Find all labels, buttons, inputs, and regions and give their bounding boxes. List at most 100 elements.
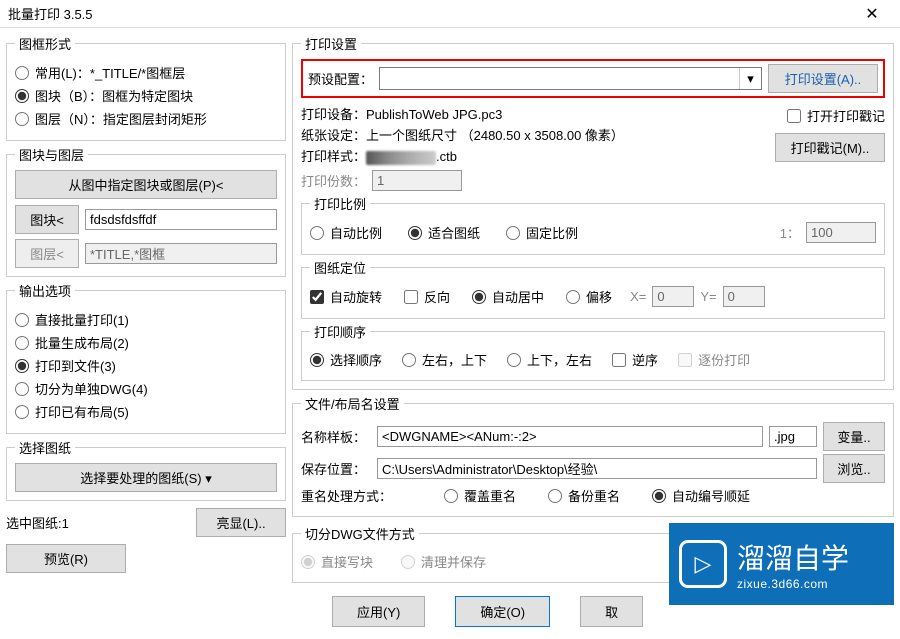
open-stamp-label: 打开打印戳记 <box>807 106 885 125</box>
reverse-checkbox[interactable] <box>404 290 418 304</box>
offset-label: 偏移 <box>586 287 612 306</box>
ratio-fixed-label: 固定比例 <box>526 223 578 242</box>
apply-button[interactable]: 应用(Y) <box>332 596 425 627</box>
watermark-url: zixue.3d66.com <box>737 577 849 591</box>
orientation-legend: 图纸定位 <box>310 258 370 277</box>
order-ud-radio[interactable] <box>507 353 521 367</box>
rename-auto-radio[interactable] <box>652 489 666 503</box>
ratio-num-input <box>806 222 876 243</box>
order-ud-label: 上下，左右 <box>527 350 592 369</box>
out-split-label: 切分为单独DWG(4) <box>35 379 148 398</box>
frame-layer-radio[interactable] <box>15 112 29 126</box>
out-split-radio[interactable] <box>15 382 29 396</box>
block-layer-group: 图块与图层 从图中指定图块或图层(P)< 图块< 图层< <box>6 145 286 277</box>
open-stamp-checkbox[interactable] <box>787 109 801 123</box>
out-direct-radio[interactable] <box>15 313 29 327</box>
frame-block-radio[interactable] <box>15 89 29 103</box>
name-template-label: 名称样板： <box>301 427 371 446</box>
order-select-radio[interactable] <box>310 353 324 367</box>
play-icon: ▷ <box>679 540 727 588</box>
split-direct-radio <box>301 555 315 569</box>
offset-radio[interactable] <box>566 290 580 304</box>
ratio-fixed-radio[interactable] <box>506 226 520 240</box>
print-style-label: 打印样式：.ctb <box>301 146 624 165</box>
copies-label: 打印份数： <box>301 171 366 190</box>
output-legend: 输出选项 <box>15 281 75 300</box>
order-each-label: 逐份打印 <box>698 350 750 369</box>
preset-label: 预设配置： <box>308 69 373 88</box>
window-title: 批量打印 3.5.5 <box>8 4 852 23</box>
layer-pick-button: 图层< <box>15 239 79 268</box>
auto-center-radio[interactable] <box>472 290 486 304</box>
order-lr-radio[interactable] <box>402 353 416 367</box>
cancel-button[interactable]: 取 <box>580 596 643 627</box>
split-clean-radio <box>401 555 415 569</box>
selected-count-label: 选中图纸:1 <box>6 513 190 532</box>
close-icon[interactable]: ✕ <box>852 4 892 24</box>
rename-backup-label: 备份重名 <box>568 486 620 505</box>
order-group: 打印顺序 选择顺序 左右，上下 上下，左右 逆序 逐份打印 <box>301 322 885 381</box>
variable-button[interactable]: 变量.. <box>823 422 885 451</box>
name-template-input[interactable] <box>377 426 763 447</box>
order-each-checkbox <box>678 353 692 367</box>
frame-block-label: 图块（B）：图框为特定图块 <box>35 86 193 105</box>
pick-block-layer-button[interactable]: 从图中指定图块或图层(P)< <box>15 170 277 199</box>
highlight-button[interactable]: 亮显(L).. <box>196 508 286 537</box>
out-layout-radio[interactable] <box>15 336 29 350</box>
out-file-radio[interactable] <box>15 359 29 373</box>
frame-common-radio[interactable] <box>15 66 29 80</box>
x-label: X= <box>630 289 646 304</box>
y-input <box>723 286 765 307</box>
rename-overwrite-radio[interactable] <box>444 489 458 503</box>
save-path-input[interactable] <box>377 458 817 479</box>
ratio-auto-radio[interactable] <box>310 226 324 240</box>
out-layout-label: 批量生成布局(2) <box>35 333 129 352</box>
split-direct-label: 直接写块 <box>321 552 373 571</box>
print-setup-button[interactable]: 打印设置(A).. <box>768 64 878 93</box>
out-file-label: 打印到文件(3) <box>35 356 116 375</box>
preview-button[interactable]: 预览(R) <box>6 544 126 573</box>
select-sheets-button[interactable]: 选择要处理的图纸(S) ▾ <box>15 463 277 492</box>
order-legend: 打印顺序 <box>310 322 370 341</box>
ratio-fit-radio[interactable] <box>408 226 422 240</box>
file-layout-legend: 文件/布局名设置 <box>301 394 404 413</box>
x-input <box>652 286 694 307</box>
select-sheets-group: 选择图纸 选择要处理的图纸(S) ▾ <box>6 438 286 501</box>
ext-input[interactable] <box>769 426 817 447</box>
block-name-input[interactable] <box>85 209 277 230</box>
preset-dropdown[interactable]: ▾ <box>379 67 762 90</box>
browse-button[interactable]: 浏览.. <box>823 454 885 483</box>
block-pick-button[interactable]: 图块< <box>15 205 79 234</box>
split-dwg-group: 切分DWG文件方式 直接写块 清理并保存 <box>292 524 708 583</box>
ratio-num-label: 1： <box>780 223 800 242</box>
watermark-overlay: ▷ 溜溜自学 zixue.3d66.com <box>669 523 894 605</box>
ratio-auto-label: 自动比例 <box>330 223 382 242</box>
stamp-button[interactable]: 打印戳记(M).. <box>775 133 885 162</box>
paper-setting-label: 纸张设定：上一个图纸尺寸 （2480.50 x 3508.00 像素） <box>301 125 624 144</box>
frame-shape-legend: 图框形式 <box>15 34 75 53</box>
out-direct-label: 直接批量打印(1) <box>35 310 129 329</box>
ok-button[interactable]: 确定(O) <box>455 596 550 627</box>
rename-backup-radio[interactable] <box>548 489 562 503</box>
chevron-down-icon[interactable]: ▾ <box>739 68 761 89</box>
print-settings-group: 打印设置 预设配置： ▾ 打印设置(A).. 打印设备：PublishToWeb… <box>292 34 894 390</box>
watermark-title: 溜溜自学 <box>737 537 849 577</box>
out-existing-radio[interactable] <box>15 405 29 419</box>
rename-label: 重名处理方式： <box>301 486 392 505</box>
order-reverse-label: 逆序 <box>632 350 658 369</box>
save-path-label: 保存位置： <box>301 459 371 478</box>
orientation-group: 图纸定位 自动旋转 反向 自动居中 偏移 X= Y= <box>301 258 885 319</box>
layer-name-input <box>85 243 277 264</box>
print-device-label: 打印设备：PublishToWeb JPG.pc3 <box>301 104 624 123</box>
rename-overwrite-label: 覆盖重名 <box>464 486 516 505</box>
redacted-style-name <box>366 151 436 165</box>
rename-auto-label: 自动编号顺延 <box>672 486 750 505</box>
auto-center-label: 自动居中 <box>492 287 544 306</box>
y-label: Y= <box>700 289 716 304</box>
preset-highlight-box: 预设配置： ▾ 打印设置(A).. <box>301 59 885 98</box>
block-layer-legend: 图块与图层 <box>15 145 88 164</box>
split-dwg-legend: 切分DWG文件方式 <box>301 524 419 543</box>
frame-shape-group: 图框形式 常用(L)：*_TITLE/*图框层 图块（B）：图框为特定图块 图层… <box>6 34 286 141</box>
auto-rotate-checkbox[interactable] <box>310 290 324 304</box>
order-reverse-checkbox[interactable] <box>612 353 626 367</box>
